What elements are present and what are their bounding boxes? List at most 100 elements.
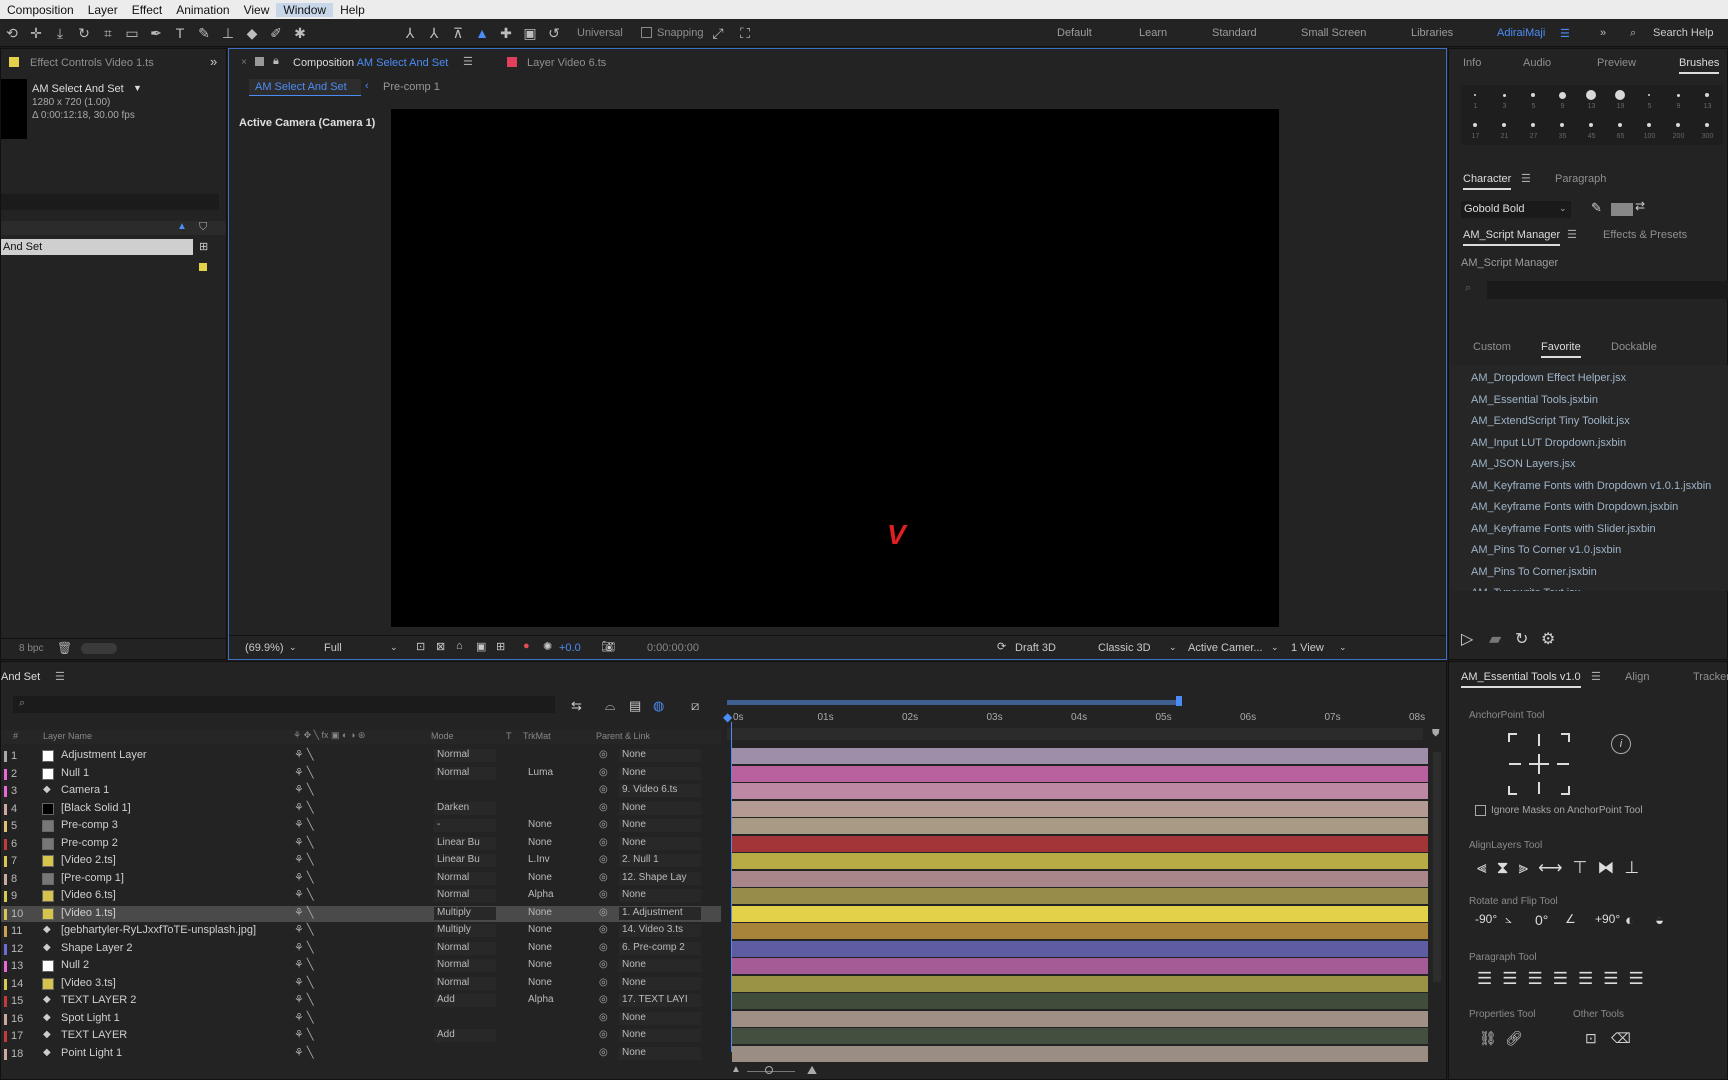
layer-parent-dropdown[interactable]: None [619, 976, 701, 990]
world-axis-icon[interactable]: ⅄ [424, 23, 444, 43]
rotate-plus45-icon[interactable]: ∠ [1565, 912, 1589, 929]
brush-tip[interactable]: 45 [1577, 115, 1606, 145]
comp-name[interactable]: AM Select And Set [32, 83, 124, 95]
exposure-value[interactable]: +0.0 [559, 642, 581, 654]
workspace-small-screen[interactable]: Small Screen [1301, 27, 1366, 39]
tab-paragraph[interactable]: Paragraph [1555, 173, 1606, 185]
layer-mode-dropdown[interactable]: Normal [434, 889, 496, 902]
layer-row[interactable]: 15 ◆ TEXT LAYER 2 ⚘ ╲ Add Alpha ◎ 17. TEXT LAYI [1, 993, 721, 1009]
ignore-masks-checkbox[interactable] [1475, 805, 1486, 816]
col-layer-name[interactable]: Layer Name [43, 731, 92, 741]
layer-label-color[interactable] [4, 856, 7, 867]
workspace-learn[interactable]: Learn [1139, 27, 1167, 39]
remove-properties-icon[interactable]: ⛓ [1479, 1030, 1497, 1047]
camera-dropdown[interactable]: Active Camer... [1188, 642, 1263, 654]
layer-duration-bar[interactable] [732, 1045, 1428, 1062]
layer-switches-icon[interactable]: ⚘ ╲ [294, 766, 314, 779]
layer-row[interactable]: 17 ◆ TEXT LAYER ⚘ ╲ Add ◎ None [1, 1028, 721, 1044]
brush-tip[interactable]: 100 [1635, 115, 1664, 145]
layer-duration-bar[interactable] [732, 1010, 1428, 1027]
layer-mode-dropdown[interactable]: Normal [434, 941, 496, 955]
script-item[interactable]: AM_Keyframe Fonts with Slider.jsxbin [1471, 523, 1656, 535]
project-item-selected[interactable]: And Set [1, 239, 193, 255]
layer-switches-icon[interactable]: ⚘ ╲ [294, 941, 314, 954]
layer-trkmat-dropdown[interactable]: None [525, 872, 585, 885]
flip-horizontal-icon[interactable]: ◐ [1625, 912, 1649, 929]
pan-behind-tool-icon[interactable]: ✛ [26, 23, 46, 43]
guides-icon[interactable]: ⊞ [496, 640, 505, 653]
menu-layer[interactable]: Layer [81, 3, 125, 17]
swap-colors-icon[interactable]: ⇄ [1635, 199, 1645, 213]
move-gizmo-icon[interactable]: ✚ [496, 23, 516, 43]
eraser-tool-icon[interactable]: ◆ [242, 23, 262, 43]
composition-tab[interactable]: Composition AM Select And Set [293, 57, 448, 69]
tab-info[interactable]: Info [1463, 57, 1481, 69]
layer-trkmat-dropdown[interactable]: Alpha [525, 889, 585, 902]
comp-flow-icon[interactable]: ⊞ [199, 240, 208, 253]
layer-name[interactable]: [gebhartyler-RyLJxxfToTE-unsplash.jpg] [61, 924, 256, 936]
resolution-chevron-icon[interactable]: ⌄ [390, 642, 398, 653]
layer-switches-icon[interactable]: ⚘ ╲ [294, 853, 314, 866]
layer-parent-dropdown[interactable]: 12. Shape Lay [619, 871, 701, 885]
script-manager-menu-icon[interactable]: ☰ [1567, 228, 1577, 241]
layer-mode-dropdown[interactable]: Normal [434, 959, 496, 972]
snapshot-icon[interactable]: 📷︎ [601, 640, 615, 653]
more-workspaces-icon[interactable]: » [1600, 27, 1606, 39]
layer-switches-icon[interactable]: ⚘ ╲ [294, 1011, 314, 1024]
dolly-tool-icon[interactable]: ⤓ [50, 23, 70, 43]
layer-parent-dropdown[interactable]: None [619, 959, 701, 972]
layer-label-color[interactable] [4, 943, 7, 955]
rotate-zero-button[interactable]: 0° [1535, 912, 1559, 929]
layer-duration-bar[interactable] [732, 1028, 1428, 1044]
pickwhip-icon[interactable]: ◎ [599, 959, 608, 970]
local-axis-icon[interactable]: ⅄ [400, 23, 420, 43]
layer-parent-dropdown[interactable]: 14. Video 3.ts [619, 924, 701, 937]
pickwhip-icon[interactable]: ◎ [599, 924, 608, 935]
motion-blur-icon[interactable]: ◍ [653, 698, 664, 714]
layer-switches-icon[interactable]: ⚘ ╲ [294, 818, 314, 831]
layer-label-color[interactable] [4, 1013, 7, 1025]
para-justify-all-icon[interactable]: ☰ [1629, 969, 1644, 989]
tab-preview[interactable]: Preview [1597, 57, 1636, 69]
workspace-standard[interactable]: Standard [1212, 27, 1257, 39]
puppet-pin-tool-icon[interactable]: ✱ [290, 23, 310, 43]
pickwhip-icon[interactable]: ◎ [599, 1029, 608, 1040]
universal-label[interactable]: Universal [577, 27, 623, 39]
tab-character[interactable]: Character [1463, 173, 1512, 190]
script-item[interactable]: AM_Dropdown Effect Helper.jsx [1471, 372, 1626, 384]
layer-mode-dropdown[interactable]: Add [434, 1029, 496, 1042]
layer-name[interactable]: [Black Solid 1] [61, 802, 131, 814]
lock-icon[interactable]: 🔒︎ [273, 55, 279, 68]
layer-switches-icon[interactable]: ⚘ ╲ [294, 888, 314, 901]
viewer-canvas[interactable]: V [391, 109, 1279, 627]
layer-name[interactable]: [Video 3.ts] [61, 977, 116, 989]
zoom-chevron-icon[interactable]: ⌄ [289, 642, 297, 653]
tag-icon[interactable]: ⛉ [199, 221, 207, 234]
pickwhip-icon[interactable]: ◎ [599, 767, 608, 778]
timeline-scrollbar[interactable] [1433, 752, 1441, 982]
para-right-icon[interactable]: ☰ [1528, 969, 1543, 989]
align-right-icon[interactable]: ⫸ [1519, 858, 1529, 878]
layer-switches-icon[interactable]: ⚘ ╲ [294, 1028, 314, 1041]
fill-color-swatch[interactable] [1611, 203, 1633, 216]
layer-row[interactable]: 16 ◆ Spot Light 1 ⚘ ╲ ◎ None [1, 1011, 721, 1027]
views-chevron-icon[interactable]: ⌄ [1339, 642, 1347, 653]
layer-switches-icon[interactable]: ⚘ ╲ [294, 748, 314, 761]
layer-label-color[interactable] [4, 751, 7, 762]
layer-mode-dropdown[interactable]: Normal [434, 749, 496, 762]
pickwhip-icon[interactable]: ◎ [599, 854, 608, 865]
workspace-libraries[interactable]: Libraries [1411, 27, 1453, 39]
layer-row[interactable]: 11 ◆ [gebhartyler-RyLJxxfToTE-unsplash.jpg… [1, 923, 721, 939]
brush-tip[interactable]: 9 [1548, 85, 1577, 115]
run-script-icon[interactable]: ▷ [1461, 629, 1473, 649]
refresh-icon[interactable]: ↻ [1515, 629, 1528, 649]
script-item[interactable]: AM_Typewrite Text.jsx [1471, 587, 1580, 591]
layer-duration-bar[interactable] [732, 748, 1428, 764]
panel-overflow-icon[interactable]: » [210, 54, 217, 69]
flip-vertical-icon[interactable]: ◒ [1655, 912, 1679, 929]
layer-switches-icon[interactable]: ⚘ ╲ [294, 923, 314, 936]
rotate-plus90-button[interactable]: +90° [1595, 912, 1620, 929]
layer-parent-dropdown[interactable]: 2. Null 1 [619, 854, 701, 867]
resolution-dropdown[interactable]: Full [324, 642, 342, 654]
comp-marker-icon[interactable]: ⛊ [1432, 728, 1440, 739]
